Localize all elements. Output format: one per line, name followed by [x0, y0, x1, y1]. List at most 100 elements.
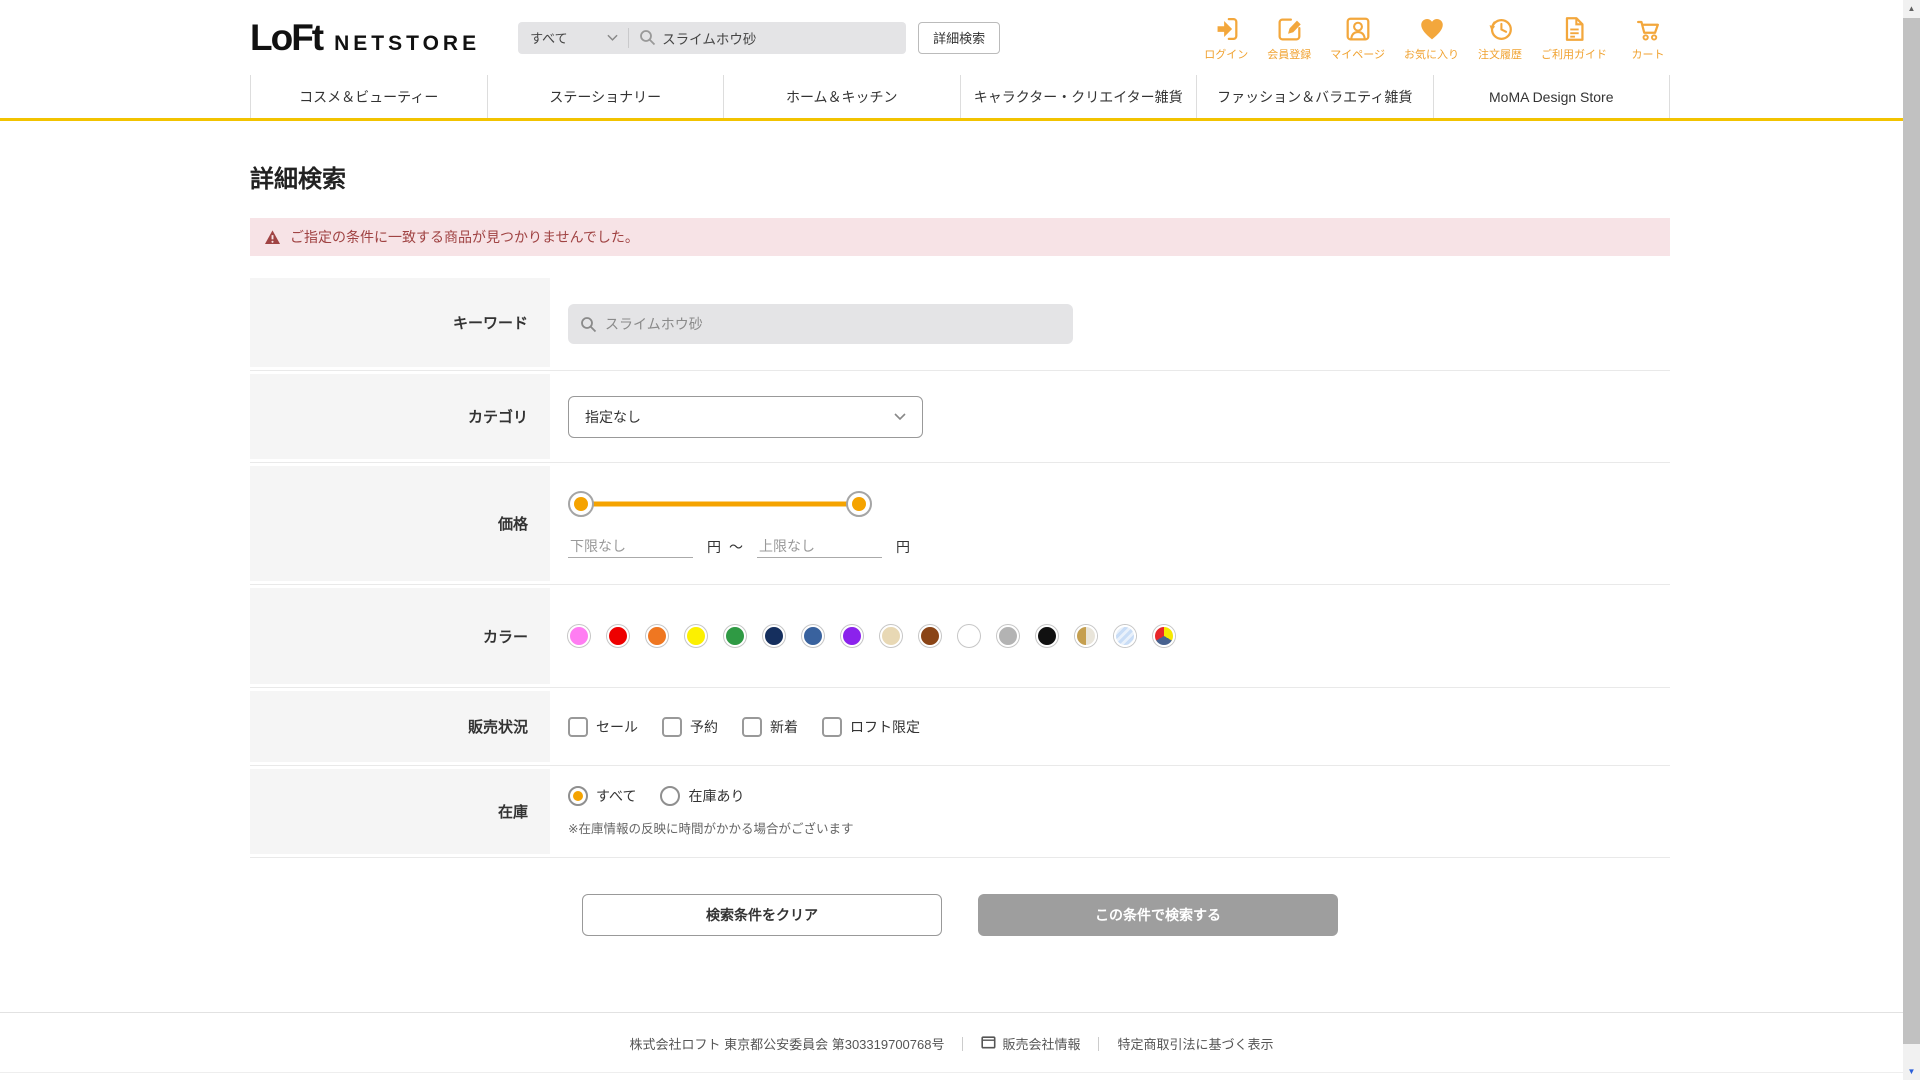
footer-link-label: 特定商取引法に基づく表示 — [1117, 1037, 1274, 1052]
stock-row: 在庫 すべて 在庫あり ※在庫情報の反映に時間がかかる場合がございます — [250, 766, 1670, 858]
nav-item-0[interactable]: コスメ＆ビューティー — [250, 75, 487, 118]
brand-accent-line — [0, 118, 1920, 121]
color-swatch-navy[interactable] — [763, 625, 785, 647]
color-swatch-blue[interactable] — [802, 625, 824, 647]
price-slider-max-handle[interactable] — [846, 491, 872, 517]
quicklink-マイページ[interactable]: マイページ — [1330, 14, 1385, 62]
main-nav: コスメ＆ビューティー ステーショナリー ホーム＆キッチン キャラクター・クリエイター雑… — [250, 75, 1670, 118]
keyword-row: キーワード — [250, 278, 1670, 371]
color-swatch-orange[interactable] — [646, 625, 668, 647]
search-divider — [628, 27, 630, 48]
nav-item-2[interactable]: ホーム＆キッチン — [723, 75, 960, 118]
clear-conditions-button[interactable]: 検索条件をクリア — [582, 894, 942, 936]
color-swatch-pink[interactable] — [568, 625, 590, 647]
footer-link-特定商取引法に基づく表示[interactable]: 特定商取引法に基づく表示 — [1117, 1034, 1273, 1053]
quicklink-label: ログイン — [1204, 48, 1249, 61]
register-icon — [1274, 14, 1304, 44]
nav-item-5[interactable]: MoMA Design Store — [1432, 75, 1670, 118]
nav-item-1[interactable]: ステーショナリー — [486, 75, 724, 118]
price-max-input[interactable] — [757, 535, 882, 558]
keyword-input[interactable] — [605, 316, 1061, 332]
quicklink-ご利用ガイド[interactable]: ご利用ガイド — [1541, 14, 1607, 62]
checkbox[interactable] — [742, 716, 762, 737]
color-swatch-black[interactable] — [1036, 625, 1058, 647]
stock-option-在庫あり[interactable]: 在庫あり — [660, 786, 744, 806]
color-row: カラー — [250, 585, 1670, 688]
radio-button[interactable] — [660, 786, 681, 806]
footer-separator — [1098, 1036, 1100, 1051]
advanced-search-button[interactable]: 詳細検索 — [918, 21, 1001, 54]
color-swatch-brown[interactable] — [919, 625, 941, 647]
color-swatch-gold-silver[interactable] — [1075, 625, 1097, 647]
stock-option-すべて[interactable]: すべて — [568, 786, 636, 806]
header-search-input[interactable] — [662, 30, 883, 45]
checkbox[interactable] — [568, 716, 588, 737]
quicklink-label: お気に入り — [1404, 48, 1459, 61]
guide-icon — [1559, 14, 1589, 44]
color-swatches — [568, 625, 1670, 647]
error-message: ご指定の条件に一致する商品が見つかりませんでした。 — [290, 229, 639, 245]
quicklink-label: ご利用ガイド — [1541, 48, 1607, 61]
color-label: カラー — [250, 588, 550, 684]
search-category-value: すべて — [530, 31, 568, 46]
loft-logo[interactable]: LoFt NETSTORE — [250, 17, 480, 59]
color-swatch-yellow[interactable] — [685, 625, 707, 647]
advanced-search-form: キーワード カテゴリ 指定なし 価格 — [250, 278, 1670, 858]
quicklink-お気に入り[interactable]: お気に入り — [1404, 14, 1459, 62]
stock-label: 在庫 — [250, 769, 550, 854]
nav-item-3[interactable]: キャラクター・クリエイター雑貨 — [959, 75, 1197, 118]
error-banner: ご指定の条件に一致する商品が見つかりませんでした。 — [250, 218, 1670, 256]
price-min-input[interactable] — [568, 535, 693, 558]
stock-options: すべて 在庫あり — [568, 786, 1670, 806]
stock-note: ※在庫情報の反映に時間がかかる場合がございます — [568, 822, 854, 836]
search-category-select[interactable]: すべて — [518, 28, 628, 47]
keyword-input-wrap — [568, 304, 1073, 344]
radio-button[interactable] — [568, 786, 588, 806]
logo-netstore-text: NETSTORE — [334, 31, 481, 55]
color-swatch-clear[interactable] — [1114, 625, 1136, 647]
category-select[interactable]: 指定なし — [568, 395, 923, 438]
order-history-icon — [1485, 14, 1515, 44]
mypage-icon — [1343, 14, 1373, 44]
color-swatch-multicolor[interactable] — [1153, 625, 1175, 647]
color-swatch-gray[interactable] — [997, 625, 1019, 647]
form-actions: 検索条件をクリア この条件で検索する — [250, 894, 1670, 936]
site-header: LoFt NETSTORE すべて 詳細検索 ログイン 会員登録 マイページ お気に入… — [0, 0, 1920, 75]
scrollbar-thumb[interactable] — [1903, 18, 1920, 1044]
color-swatch-green[interactable] — [724, 625, 746, 647]
checkbox[interactable] — [662, 716, 682, 737]
window-icon — [981, 1035, 996, 1052]
quicklink-label: 会員登録 — [1267, 48, 1312, 61]
quicklink-注文履歴[interactable]: 注文履歴 — [1478, 14, 1522, 62]
sales-option-予約[interactable]: 予約 — [662, 716, 718, 737]
vertical-scrollbar[interactable]: ▲ ▼ — [1903, 0, 1920, 1080]
keyword-label: キーワード — [250, 278, 550, 367]
price-slider-min-handle[interactable] — [568, 491, 594, 517]
favorites-icon — [1417, 14, 1447, 44]
color-swatch-white[interactable] — [958, 625, 980, 647]
color-swatch-red[interactable] — [607, 625, 629, 647]
checkbox-label: 新着 — [770, 718, 798, 735]
footer-link-販売会社情報[interactable]: 販売会社情報 — [981, 1034, 1080, 1053]
scrollbar-down-arrow[interactable]: ▼ — [1903, 1063, 1920, 1080]
header-quick-links: ログイン 会員登録 マイページ お気に入り 注文履歴 ご利用ガイド カート — [1204, 14, 1670, 62]
nav-item-4[interactable]: ファッション＆バラエティ雑貨 — [1196, 75, 1433, 118]
warning-icon — [264, 230, 281, 245]
sales-option-新着[interactable]: 新着 — [742, 716, 798, 737]
quicklink-会員登録[interactable]: 会員登録 — [1267, 14, 1311, 62]
quicklink-ログイン[interactable]: ログイン — [1204, 14, 1248, 62]
quicklink-カート[interactable]: カート — [1626, 14, 1670, 62]
color-swatch-purple[interactable] — [841, 625, 863, 647]
category-row: カテゴリ 指定なし — [250, 371, 1670, 463]
checkbox-label: 予約 — [690, 718, 718, 735]
search-with-conditions-button[interactable]: この条件で検索する — [978, 894, 1338, 936]
checkbox-label: セール — [596, 718, 638, 735]
color-swatch-beige[interactable] — [880, 625, 902, 647]
quicklink-label: カート — [1631, 48, 1665, 61]
sales-option-ロフト限定[interactable]: ロフト限定 — [822, 716, 920, 737]
quicklink-label: 注文履歴 — [1478, 48, 1522, 61]
radio-label: すべて — [596, 788, 637, 804]
sales-option-セール[interactable]: セール — [568, 716, 638, 737]
checkbox[interactable] — [822, 716, 842, 737]
scrollbar-up-arrow[interactable]: ▲ — [1903, 0, 1920, 17]
